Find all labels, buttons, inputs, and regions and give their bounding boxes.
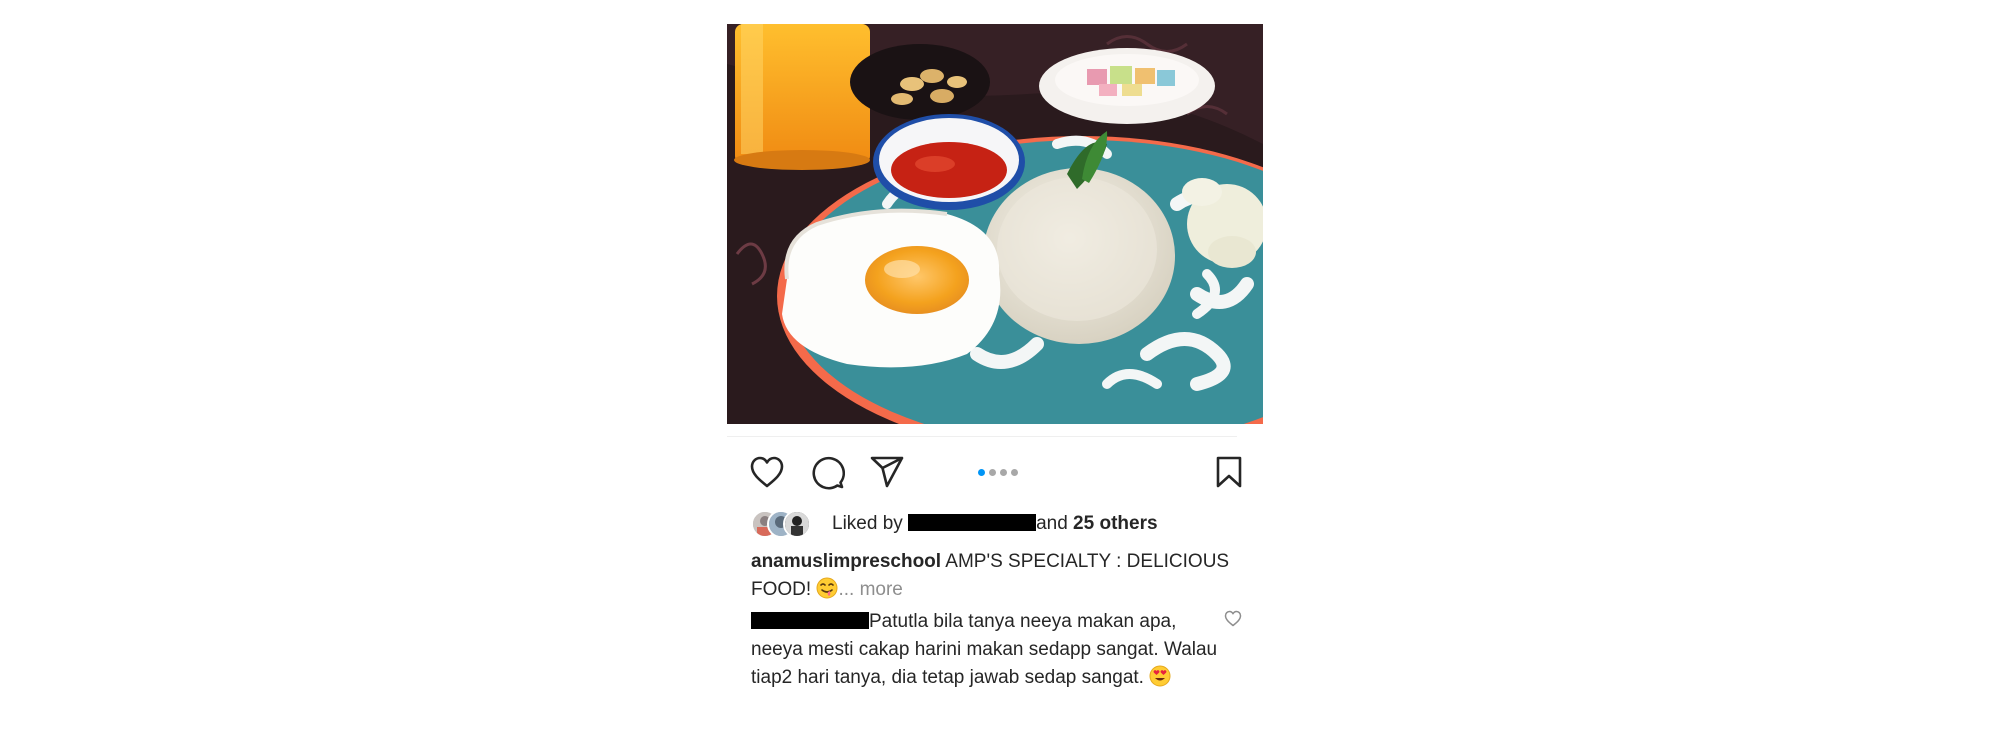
drooling-face-emoji — [816, 577, 838, 608]
comment-icon — [812, 456, 845, 490]
comment: Patutla bila tanya neeya makan apa, neey… — [751, 608, 1221, 696]
food-photo-image — [727, 24, 1263, 424]
redacted-username[interactable] — [908, 514, 1037, 531]
likes-row: Liked by and 25 others — [751, 508, 1251, 538]
comment-button[interactable] — [807, 452, 847, 492]
carousel-dot — [978, 468, 985, 476]
heart-eyes-face-emoji — [1149, 665, 1171, 696]
action-bar — [747, 452, 1247, 492]
like-button[interactable] — [747, 452, 787, 492]
caption: anamuslimpreschool AMP'S SPECIALTY : DEL… — [751, 548, 1251, 608]
bookmark-icon — [1216, 456, 1242, 488]
likes-summary: Liked by and 25 others — [832, 513, 1158, 535]
carousel-indicator — [978, 468, 1018, 476]
instagram-post: Liked by and 25 others anamuslimpreschoo… — [727, 0, 1263, 750]
liker-avatars[interactable] — [751, 510, 811, 538]
likes-connector: and — [1036, 513, 1068, 534]
carousel-dot — [1011, 468, 1018, 476]
carousel-dot — [1000, 468, 1007, 476]
save-button[interactable] — [1209, 452, 1249, 492]
likes-others-link[interactable]: 25 others — [1073, 513, 1157, 534]
redacted-commenter-username[interactable] — [751, 612, 869, 629]
share-button[interactable] — [867, 452, 907, 492]
comment-like-button[interactable] — [1221, 606, 1245, 630]
caption-username[interactable]: anamuslimpreschool — [751, 551, 941, 572]
caption-more-link[interactable]: ... more — [838, 579, 902, 600]
post-photo[interactable] — [727, 24, 1263, 424]
likes-prefix: Liked by — [832, 513, 903, 534]
photo-divider — [727, 436, 1237, 437]
heart-icon — [750, 456, 784, 488]
paper-plane-icon — [870, 456, 904, 488]
small-heart-icon — [1224, 610, 1242, 626]
avatar — [783, 510, 811, 538]
carousel-dot — [989, 468, 996, 476]
